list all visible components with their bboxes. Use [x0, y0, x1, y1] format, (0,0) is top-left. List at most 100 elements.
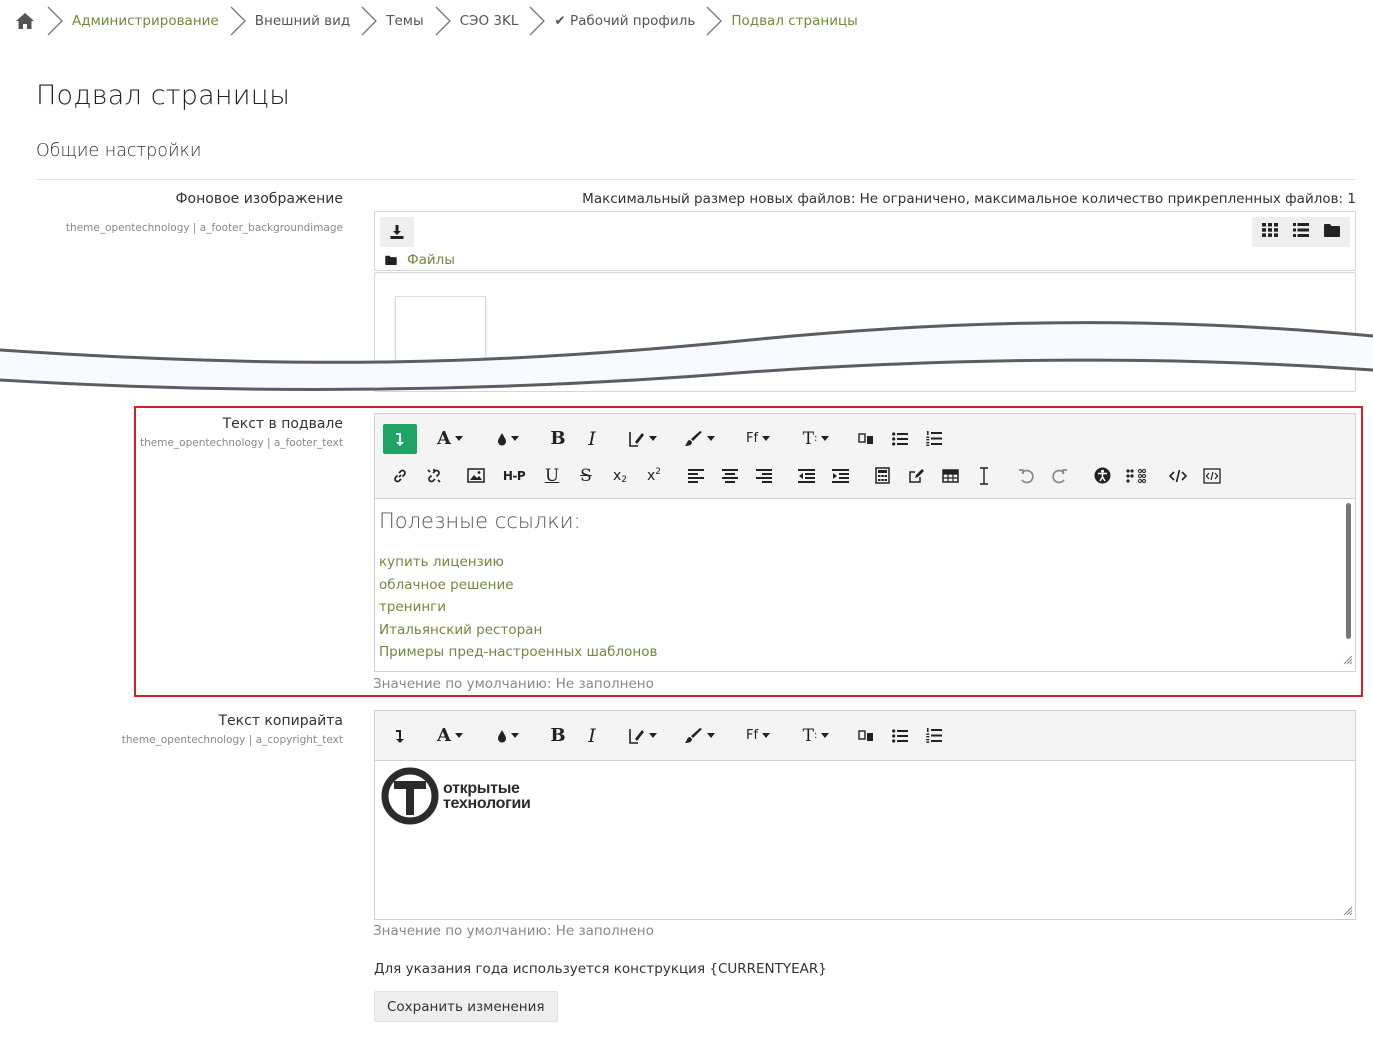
editor-toolbar: A B I Ff T: [375, 711, 1355, 761]
breadcrumb-item-themes[interactable]: Темы [386, 13, 423, 29]
files-folder-link[interactable]: Файлы [407, 252, 455, 268]
html-edit-icon[interactable] [1195, 461, 1229, 491]
breadcrumb: Администрирование Внешний вид Темы СЭО 3… [14, 6, 858, 36]
numbered-list-icon[interactable] [917, 424, 951, 454]
bold-icon[interactable]: B [541, 721, 575, 751]
italic-icon[interactable]: I [575, 721, 609, 751]
resize-handle-icon[interactable] [1343, 906, 1353, 916]
bullet-list-icon[interactable] [883, 721, 917, 751]
edit-icon[interactable] [899, 461, 933, 491]
toolbar-row-1: A B I Ff T: [383, 420, 1347, 457]
copyright-content[interactable]: открытые технологии [375, 761, 1355, 918]
editor-scrollbar[interactable] [1346, 503, 1351, 639]
chevron-right-icon [435, 6, 451, 36]
logo-text: открытые технологии [443, 780, 531, 812]
align-left-icon[interactable] [679, 461, 713, 491]
collapse-icon[interactable] [383, 721, 417, 751]
font-family-icon[interactable]: Ff [733, 424, 783, 454]
background-color-icon[interactable] [483, 721, 533, 751]
bullet-list-icon[interactable] [883, 424, 917, 454]
equation-icon[interactable] [865, 461, 899, 491]
useful-links-heading: Полезные ссылки: [379, 509, 581, 533]
copyright-label: Текст копирайта [218, 713, 344, 729]
italic-icon[interactable]: I [575, 424, 609, 454]
outdent-icon[interactable] [789, 461, 823, 491]
chevron-right-icon [230, 6, 246, 36]
home-icon[interactable] [14, 10, 36, 32]
copyright-default-note: Значение по умолчанию: Не заполнено [373, 923, 654, 939]
chevron-right-icon [706, 6, 723, 36]
unlink-icon[interactable] [417, 461, 451, 491]
screenreader-icon[interactable] [1119, 461, 1153, 491]
link-template-examples[interactable]: Примеры пред-настроенных шаблонов [379, 641, 1351, 664]
background-color-icon[interactable] [483, 424, 533, 454]
undo-icon[interactable] [1009, 461, 1043, 491]
folder-view-icon[interactable] [1323, 223, 1340, 241]
brush-icon[interactable] [675, 424, 725, 454]
subscript-icon[interactable]: x2 [603, 461, 637, 491]
link-italian-restaurant[interactable]: Итальянский ресторан [379, 619, 1351, 642]
redo-icon[interactable] [1043, 461, 1077, 491]
section-title: Общие настройки [36, 141, 202, 161]
font-color-icon[interactable]: A [425, 721, 475, 751]
brush-icon[interactable] [675, 721, 725, 751]
image-icon[interactable] [459, 461, 493, 491]
html-icon[interactable] [1161, 461, 1195, 491]
list-view-icon[interactable] [1292, 223, 1309, 241]
font-color-icon[interactable]: A [425, 424, 475, 454]
save-changes-button[interactable]: Сохранить изменения [374, 991, 558, 1022]
breadcrumb-item-appearance[interactable]: Внешний вид [255, 13, 350, 29]
copyright-key: theme_opentechnology | a_copyright_text [121, 734, 343, 746]
align-center-icon[interactable] [713, 461, 747, 491]
styles-icon[interactable] [617, 721, 667, 751]
page-break-wave [0, 321, 1373, 391]
footer-text-editor: A B I Ff T: H-P U S x 2 x 2 Полезные ссы… [374, 413, 1356, 672]
link-cloud-solution[interactable]: облачное решение [379, 574, 1351, 597]
chevron-right-icon [529, 6, 546, 36]
file-limits-text: Максимальный размер новых файлов: Не огр… [582, 191, 1356, 207]
download-icon [390, 225, 404, 239]
collapse-icon[interactable] [383, 423, 417, 454]
accessibility-icon[interactable] [1085, 461, 1119, 491]
year-note: Для указания года используется конструкц… [374, 961, 827, 977]
section-divider [36, 179, 1356, 180]
folder-icon [385, 255, 397, 265]
underline-icon[interactable]: U [535, 461, 569, 491]
page-title: Подвал страницы [36, 80, 291, 111]
resize-handle-icon[interactable] [1343, 655, 1353, 665]
superscript-icon[interactable]: x2 [637, 461, 671, 491]
language-icon[interactable] [849, 721, 883, 751]
link-icon[interactable] [383, 461, 417, 491]
link-trainings[interactable]: тренинги [379, 596, 1351, 619]
font-size-icon[interactable]: T: [791, 424, 841, 454]
copyright-editor: A B I Ff T: открытые технологии [374, 710, 1356, 920]
logo-mark-icon [381, 767, 439, 825]
view-switcher [1252, 217, 1350, 247]
font-family-icon[interactable]: Ff [733, 721, 783, 751]
table-icon[interactable] [933, 461, 967, 491]
clear-format-icon[interactable] [967, 461, 1001, 491]
footer-text-content[interactable]: Полезные ссылки: купить лицензию облачно… [375, 499, 1355, 667]
upload-button[interactable] [380, 217, 414, 247]
font-size-icon[interactable]: T: [791, 721, 841, 751]
breadcrumb-item-footer[interactable]: Подвал страницы [731, 13, 857, 29]
bold-icon[interactable]: B [541, 424, 575, 454]
styles-icon[interactable] [617, 424, 667, 454]
grid-view-icon[interactable] [1262, 223, 1279, 241]
link-buy-license[interactable]: купить лицензию [379, 551, 1351, 574]
breadcrumb-item-profile[interactable]: ✔ Рабочий профиль [554, 13, 695, 29]
breadcrumb-item-theme[interactable]: СЭО 3KL [460, 13, 519, 29]
file-path: Файлы [385, 252, 455, 268]
language-icon[interactable] [849, 424, 883, 454]
footer-text-default-note: Значение по умолчанию: Не заполнено [373, 676, 654, 692]
numbered-list-icon[interactable] [917, 721, 951, 751]
h5p-icon[interactable]: H-P [493, 461, 535, 491]
breadcrumb-item-administration[interactable]: Администрирование [72, 13, 219, 29]
chevron-right-icon [47, 6, 63, 36]
strikethrough-icon[interactable]: S [569, 461, 603, 491]
file-picker: Файлы [374, 211, 1356, 271]
toolbar-row-1: A B I Ff T: [383, 717, 1347, 754]
align-right-icon[interactable] [747, 461, 781, 491]
indent-icon[interactable] [823, 461, 857, 491]
footer-text-key: theme_opentechnology | a_footer_text [140, 437, 343, 449]
